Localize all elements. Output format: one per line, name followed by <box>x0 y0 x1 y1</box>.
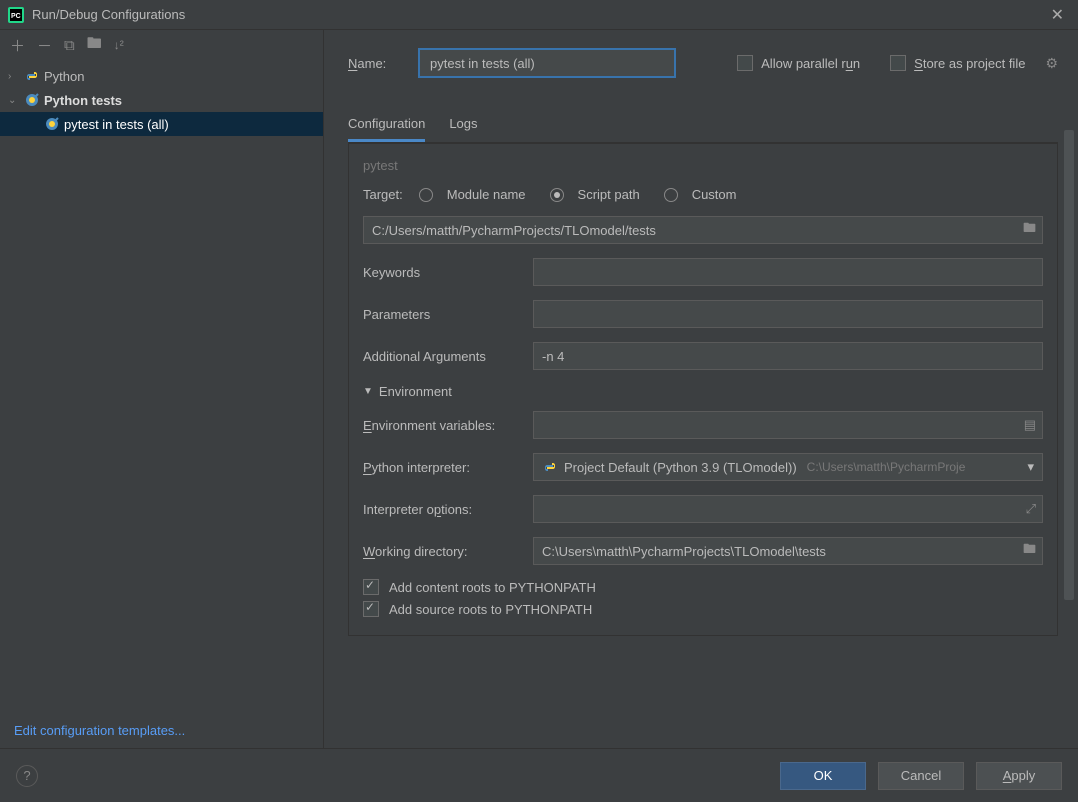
interp-opts-label: Interpreter options: <box>363 502 523 517</box>
workdir-value: C:\Users\matth\PycharmProjects\TLOmodel\… <box>542 544 826 559</box>
addl-args-input[interactable]: -n 4 <box>533 342 1043 370</box>
target-label: Target: <box>363 187 403 202</box>
interpreter-label: Python interpreter: <box>363 460 523 475</box>
triangle-down-icon: ▼ <box>363 386 373 397</box>
save-folder-icon[interactable]: 🖿 <box>87 33 102 58</box>
target-radio-custom[interactable] <box>664 188 678 202</box>
close-icon[interactable]: ✕ <box>1045 5 1070 25</box>
environment-header[interactable]: ▼ Environment <box>363 384 1043 399</box>
name-label: Name: <box>348 56 404 71</box>
pycharm-icon <box>8 7 24 23</box>
chevron-right-icon: › <box>8 71 20 82</box>
python-icon <box>24 68 40 84</box>
env-vars-label: Environment variables: <box>363 418 523 433</box>
tabs: Configuration Logs <box>348 116 1058 143</box>
source-roots-label: Add source roots to PYTHONPATH <box>389 602 592 617</box>
interp-opts-input[interactable]: ⤢ <box>533 495 1043 523</box>
env-vars-input[interactable]: ▤ <box>533 411 1043 439</box>
list-icon[interactable]: ▤ <box>1024 417 1036 433</box>
scrollbar[interactable] <box>1064 130 1074 600</box>
content-roots-label: Add content roots to PYTHONPATH <box>389 580 596 595</box>
configuration-body: pytest Target: Module name Script path C… <box>348 143 1058 636</box>
sort-icon[interactable]: ↓² <box>114 38 124 52</box>
workdir-input[interactable]: C:\Users\matth\PycharmProjects\TLOmodel\… <box>533 537 1043 565</box>
folder-icon[interactable]: 🖿 <box>1023 219 1036 241</box>
chevron-down-icon: ⌄ <box>8 95 20 106</box>
tree-item-python-tests[interactable]: ⌄ Python tests <box>0 88 323 112</box>
target-script-label: Script path <box>578 187 640 202</box>
target-custom-label: Custom <box>692 187 737 202</box>
tree-label: pytest in tests (all) <box>64 117 169 132</box>
window-title: Run/Debug Configurations <box>32 7 1045 22</box>
copy-icon[interactable]: ⧉ <box>64 37 75 54</box>
tree-label: Python tests <box>44 93 122 108</box>
ok-button[interactable]: OK <box>780 762 866 790</box>
pytest-icon <box>44 116 60 132</box>
workdir-label: Working directory: <box>363 544 523 559</box>
help-button[interactable]: ? <box>16 765 38 787</box>
interpreter-path: C:\Users\matth\PycharmProje <box>807 460 966 474</box>
tree-label: Python <box>44 69 84 84</box>
tab-logs[interactable]: Logs <box>449 116 477 142</box>
name-input[interactable] <box>418 48 676 78</box>
target-radio-script[interactable] <box>550 188 564 202</box>
expand-icon[interactable]: ⤢ <box>1026 501 1036 517</box>
tab-configuration[interactable]: Configuration <box>348 116 425 142</box>
script-path-value: C:/Users/matth/PycharmProjects/TLOmodel/… <box>372 223 656 238</box>
config-tree: › Python ⌄ Python tests pytest in tests … <box>0 60 323 713</box>
allow-parallel-label: Allow parallel run <box>761 56 860 71</box>
apply-button[interactable]: Apply <box>976 762 1062 790</box>
keywords-input[interactable] <box>533 258 1043 286</box>
store-as-file-checkbox[interactable] <box>890 55 906 71</box>
add-icon[interactable]: ＋ <box>10 35 25 56</box>
sidebar: ＋ － ⧉ 🖿 ↓² › Python ⌄ Python tests pytes… <box>0 30 324 748</box>
gear-icon[interactable]: ⚙ <box>1045 55 1058 72</box>
parameters-input[interactable] <box>533 300 1043 328</box>
store-as-file-label: Store as project file <box>914 56 1025 71</box>
source-roots-checkbox[interactable] <box>363 601 379 617</box>
interpreter-value: Project Default (Python 3.9 (TLOmodel)) <box>564 460 797 475</box>
script-path-input[interactable]: C:/Users/matth/PycharmProjects/TLOmodel/… <box>363 216 1043 244</box>
tree-item-python[interactable]: › Python <box>0 64 323 88</box>
environment-label: Environment <box>379 384 452 399</box>
footer: ? OK Cancel Apply <box>0 748 1078 802</box>
content-roots-checkbox[interactable] <box>363 579 379 595</box>
pytest-icon <box>24 92 40 108</box>
target-radio-module[interactable] <box>419 188 433 202</box>
titlebar: Run/Debug Configurations ✕ <box>0 0 1078 30</box>
addl-args-label: Additional Arguments <box>363 349 523 364</box>
chevron-down-icon: ▾ <box>1027 459 1034 475</box>
keywords-label: Keywords <box>363 265 523 280</box>
tree-item-pytest-all[interactable]: pytest in tests (all) <box>0 112 323 136</box>
pytest-section-label: pytest <box>363 158 1043 173</box>
remove-icon[interactable]: － <box>37 35 52 56</box>
interpreter-dropdown[interactable]: Project Default (Python 3.9 (TLOmodel)) … <box>533 453 1043 481</box>
edit-templates-link[interactable]: Edit configuration templates... <box>0 713 323 748</box>
content-panel: Name: Allow parallel run Store as projec… <box>324 30 1078 748</box>
parameters-label: Parameters <box>363 307 523 322</box>
cancel-button[interactable]: Cancel <box>878 762 964 790</box>
allow-parallel-checkbox[interactable] <box>737 55 753 71</box>
addl-args-value: -n 4 <box>542 349 564 364</box>
python-icon <box>542 459 558 475</box>
folder-icon[interactable]: 🖿 <box>1023 540 1036 562</box>
target-module-label: Module name <box>447 187 526 202</box>
sidebar-toolbar: ＋ － ⧉ 🖿 ↓² <box>0 30 323 60</box>
